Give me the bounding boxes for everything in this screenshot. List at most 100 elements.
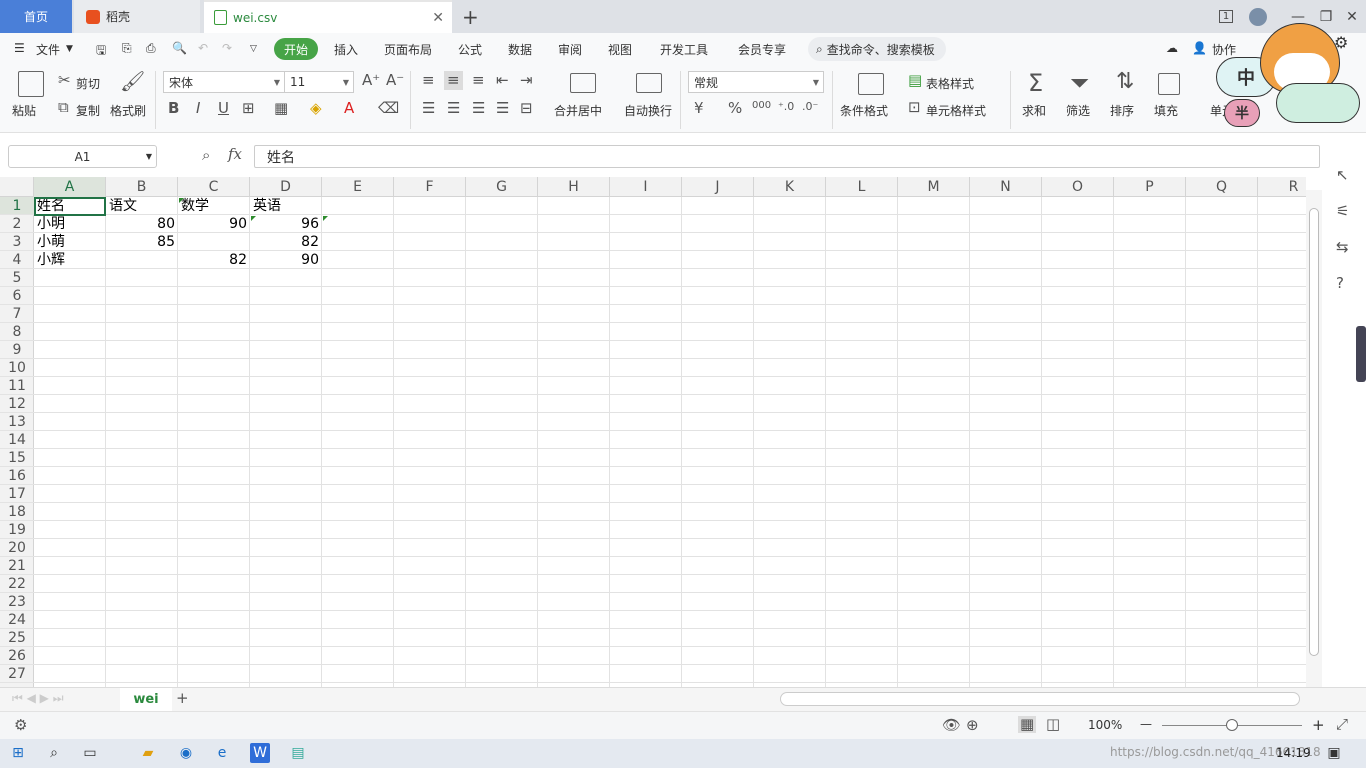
row-header-3[interactable]: 3: [0, 233, 34, 251]
row-header-2[interactable]: 2: [0, 215, 34, 233]
fill-button[interactable]: 填充: [1154, 102, 1178, 119]
cell-d2[interactable]: 96: [250, 215, 322, 233]
row-header-23[interactable]: 23: [0, 593, 34, 611]
menu-formula[interactable]: 公式: [458, 41, 482, 58]
column-header-g[interactable]: G: [466, 177, 538, 197]
add-sheet-button[interactable]: +: [176, 691, 189, 706]
column-header-q[interactable]: Q: [1186, 177, 1258, 197]
row-header-14[interactable]: 14: [0, 431, 34, 449]
cell-a3[interactable]: 小萌: [37, 233, 65, 251]
pointer-icon[interactable]: ↖: [1336, 168, 1349, 183]
cell-area[interactable]: 姓名 语文 数学 英语 小明 80 90 96 小萌 85 82 小辉 82 90: [34, 197, 1306, 687]
row-header-9[interactable]: 9: [0, 341, 34, 359]
row-header-1[interactable]: 1: [0, 197, 34, 215]
column-header-e[interactable]: E: [322, 177, 394, 197]
column-header-h[interactable]: H: [538, 177, 610, 197]
menu-data[interactable]: 数据: [508, 41, 532, 58]
cell-c1[interactable]: 数学: [181, 197, 209, 215]
conditional-format-button[interactable]: 条件格式: [840, 102, 888, 119]
zoom-formula-icon[interactable]: ⌕: [202, 148, 210, 163]
sum-button[interactable]: 求和: [1022, 102, 1046, 119]
font-size-select[interactable]: 11 ▼: [284, 71, 354, 93]
sheet-tab-wei[interactable]: wei: [120, 688, 172, 711]
menu-file[interactable]: 文件: [36, 41, 60, 58]
tab-daoke[interactable]: 稻壳: [74, 0, 200, 33]
align-right-icon[interactable]: ☰: [472, 101, 485, 116]
column-header-b[interactable]: B: [106, 177, 178, 197]
row-header-8[interactable]: 8: [0, 323, 34, 341]
notification-icon[interactable]: ▣: [1324, 743, 1344, 763]
distribute-icon[interactable]: ⊟: [520, 101, 533, 116]
cut-button[interactable]: 剪切: [76, 75, 100, 92]
row-header-17[interactable]: 17: [0, 485, 34, 503]
row-header-7[interactable]: 7: [0, 305, 34, 323]
align-center-icon[interactable]: ☰: [447, 101, 460, 116]
cell-c2[interactable]: 90: [178, 215, 250, 233]
align-left-icon[interactable]: ☰: [422, 101, 435, 116]
transfer-icon[interactable]: ⇆: [1336, 240, 1349, 255]
row-header-20[interactable]: 20: [0, 539, 34, 557]
tab-home[interactable]: 首页: [0, 0, 72, 33]
cell-shade-icon[interactable]: ▦: [274, 101, 288, 116]
menu-developer[interactable]: 开发工具: [660, 41, 708, 58]
page-view-icon[interactable]: ◫: [1046, 717, 1060, 732]
column-header-f[interactable]: F: [394, 177, 466, 197]
row-header-15[interactable]: 15: [0, 449, 34, 467]
thousands-button[interactable]: 000: [752, 101, 771, 111]
cell-style-button[interactable]: 单元格样式: [926, 102, 986, 119]
fullscreen-icon[interactable]: ⤢: [1336, 717, 1348, 732]
column-header-r[interactable]: R: [1258, 177, 1306, 197]
format-painter-button[interactable]: 格式刷: [110, 102, 146, 119]
hamburger-icon[interactable]: ☰: [14, 41, 25, 55]
filter-button[interactable]: 筛选: [1066, 102, 1090, 119]
close-tab-icon[interactable]: ✕: [432, 10, 444, 26]
side-panel-handle[interactable]: [1356, 326, 1366, 382]
cell-c4[interactable]: 82: [178, 251, 250, 269]
column-header-o[interactable]: O: [1042, 177, 1114, 197]
row-header-10[interactable]: 10: [0, 359, 34, 377]
border-icon[interactable]: ⊞: [242, 101, 255, 116]
normal-view-icon[interactable]: ▦: [1018, 716, 1037, 733]
column-header-i[interactable]: I: [610, 177, 682, 197]
new-tab-button[interactable]: +: [462, 0, 479, 33]
font-name-select[interactable]: 宋体 ▼: [163, 71, 285, 93]
menu-member[interactable]: 会员专享: [738, 41, 786, 58]
zoom-out-button[interactable]: —: [1140, 717, 1152, 731]
italic-icon[interactable]: I: [196, 101, 200, 116]
row-header-24[interactable]: 24: [0, 611, 34, 629]
row-header-27[interactable]: 27: [0, 665, 34, 683]
decrease-decimal-icon[interactable]: .0⁻: [802, 101, 818, 112]
row-header-26[interactable]: 26: [0, 647, 34, 665]
row-header-25[interactable]: 25: [0, 629, 34, 647]
percent-button[interactable]: %: [728, 101, 742, 116]
fill-color-icon[interactable]: ◈: [310, 101, 322, 116]
indent-decrease-icon[interactable]: ⇤: [496, 73, 509, 88]
edge-icon[interactable]: e: [212, 743, 232, 763]
zoom-in-button[interactable]: +: [1312, 716, 1325, 734]
column-header-p[interactable]: P: [1114, 177, 1186, 197]
bold-icon[interactable]: B: [168, 101, 179, 116]
font-shrink-icon[interactable]: A⁻: [386, 73, 404, 88]
align-top-icon[interactable]: ≡: [422, 73, 435, 88]
indent-increase-icon[interactable]: ⇥: [520, 73, 533, 88]
cell-a2[interactable]: 小明: [37, 215, 65, 233]
scroll-thumb[interactable]: [1309, 208, 1319, 656]
row-header-18[interactable]: 18: [0, 503, 34, 521]
menu-page-layout[interactable]: 页面布局: [384, 41, 432, 58]
command-search[interactable]: ⌕ 查找命令、搜索模板: [808, 37, 946, 61]
row-header-21[interactable]: 21: [0, 557, 34, 575]
formula-input[interactable]: 姓名: [254, 145, 1320, 168]
row-header-12[interactable]: 12: [0, 395, 34, 413]
table-style-button[interactable]: 表格样式: [926, 75, 974, 92]
macro-icon[interactable]: ⚙: [14, 718, 27, 733]
column-header-n[interactable]: N: [970, 177, 1042, 197]
row-header-11[interactable]: 11: [0, 377, 34, 395]
column-header-k[interactable]: K: [754, 177, 826, 197]
number-format-select[interactable]: 常规 ▼: [688, 71, 824, 93]
underline-icon[interactable]: U: [218, 101, 229, 116]
tab-wei-csv[interactable]: wei.csv ✕: [204, 0, 452, 33]
font-grow-icon[interactable]: A⁺: [362, 73, 380, 88]
help-icon[interactable]: ?: [1336, 276, 1344, 291]
vertical-scrollbar[interactable]: [1306, 190, 1322, 687]
column-header-l[interactable]: L: [826, 177, 898, 197]
